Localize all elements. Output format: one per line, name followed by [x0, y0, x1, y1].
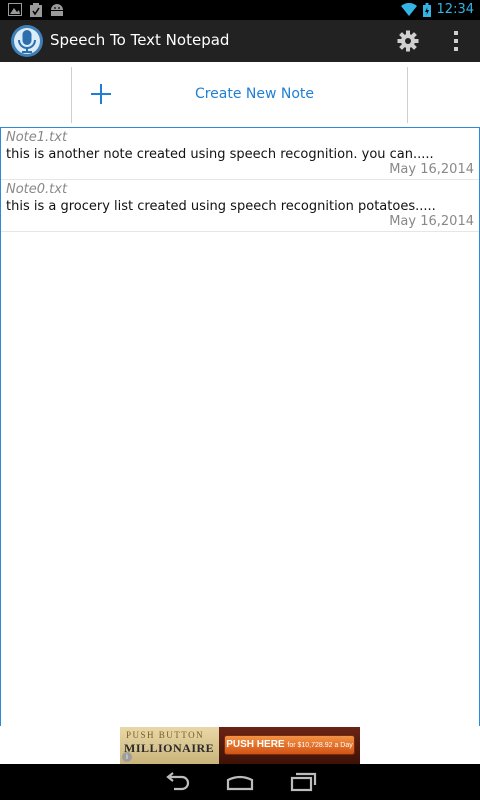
- note-date: May 16,2014: [389, 214, 474, 229]
- ad-logo: PUSH BUTTON MILLIONAIRE i: [120, 727, 219, 764]
- image-icon: [8, 3, 22, 16]
- note-item-note0[interactable]: Note0.txt this is a grocery list created…: [1, 180, 479, 232]
- create-note-row: Create New Note: [0, 62, 480, 126]
- note-preview: this is another note created using speec…: [6, 147, 434, 162]
- clock: 12:34: [436, 2, 474, 17]
- ad-push-here-button[interactable]: PUSH HERE for $10,728.92 a Day: [224, 735, 355, 755]
- overflow-menu-icon[interactable]: [448, 28, 464, 54]
- recents-icon[interactable]: [288, 770, 318, 794]
- wifi-icon: [400, 3, 417, 16]
- notes-list[interactable]: Note1.txt this is another note created u…: [0, 127, 480, 727]
- battery-icon: [422, 2, 431, 17]
- android-icon: [51, 4, 63, 16]
- notification-icons: [8, 3, 64, 17]
- ad-line2: MILLIONAIRE: [124, 741, 215, 755]
- note-item-note1[interactable]: Note1.txt this is another note created u…: [1, 128, 479, 180]
- note-filename: Note1.txt: [6, 130, 68, 145]
- gear-icon[interactable]: [396, 29, 420, 53]
- app-logo-microphone-icon: [11, 25, 43, 57]
- create-new-note-label: Create New Note: [194, 86, 315, 102]
- action-bar: Speech To Text Notepad: [0, 20, 480, 62]
- ad-banner[interactable]: PUSH BUTTON MILLIONAIRE i PUSH HERE for …: [120, 727, 360, 764]
- note-date: May 16,2014: [389, 162, 474, 177]
- ad-info-icon[interactable]: i: [122, 752, 132, 762]
- ad-cta-label: PUSH HERE: [226, 739, 285, 750]
- home-icon[interactable]: [225, 770, 255, 794]
- clipboard-check-icon: [30, 3, 42, 17]
- ad-cta-area: PUSH HERE for $10,728.92 a Day: [219, 727, 360, 764]
- note-filename: Note0.txt: [6, 182, 68, 197]
- ad-area: PUSH BUTTON MILLIONAIRE i PUSH HERE for …: [0, 726, 480, 764]
- create-new-note-button[interactable]: Create New Note: [72, 62, 407, 126]
- ad-line1: PUSH BUTTON: [126, 730, 205, 740]
- note-preview: this is a grocery list created using spe…: [6, 199, 436, 214]
- status-bar: 12:34: [0, 0, 480, 20]
- app-title: Speech To Text Notepad: [50, 31, 230, 49]
- divider: [407, 67, 408, 123]
- navigation-bar: [0, 764, 480, 800]
- back-icon[interactable]: [162, 770, 192, 794]
- ad-cta-sub: for $10,728.92 a Day: [287, 742, 353, 749]
